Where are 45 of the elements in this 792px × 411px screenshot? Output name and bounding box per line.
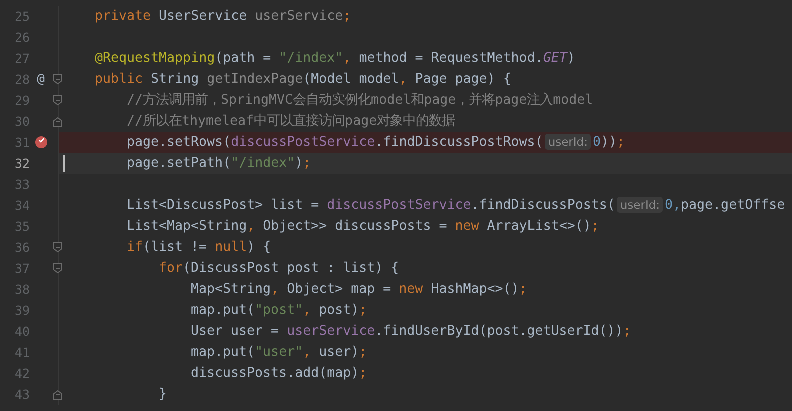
code-line: if(list != null) { bbox=[127, 239, 272, 257]
line-number: 27 bbox=[14, 51, 30, 66]
fold-icon[interactable] bbox=[53, 94, 63, 106]
line-number: 25 bbox=[14, 9, 30, 24]
code-line: Map<String, Object> map = new HashMap<>(); bbox=[191, 281, 528, 299]
line-number: 31 bbox=[14, 135, 30, 150]
code-line: } bbox=[159, 386, 168, 404]
code-line: map.put("post", post); bbox=[191, 302, 368, 320]
line-number: 30 bbox=[14, 114, 30, 129]
code-line: //所以在thymeleaf中可以直接访问page对象中的数据 bbox=[127, 112, 456, 131]
line-number: 37 bbox=[14, 261, 30, 276]
line-number: 34 bbox=[14, 198, 30, 213]
line-number: 29 bbox=[14, 93, 30, 108]
code-line: page.setRows(discussPostService.findDiscussPostRows( userId: 0)); bbox=[127, 133, 626, 152]
line-number: 41 bbox=[14, 345, 30, 360]
code-line: @RequestMapping(path = "/index", method = RequestMethod.GET) bbox=[95, 50, 576, 68]
line-number: 40 bbox=[14, 324, 30, 339]
code-line: List<Map<String, Object>> discussPosts = new ArrayList<>(); bbox=[127, 218, 600, 236]
line-number: 39 bbox=[14, 303, 30, 318]
unfold-icon[interactable] bbox=[53, 388, 63, 400]
unfold-icon[interactable] bbox=[53, 116, 63, 128]
fold-icon[interactable] bbox=[53, 262, 63, 274]
fold-icon[interactable] bbox=[53, 74, 63, 86]
code-line: User user = userService.findUserById(post.getUserId()); bbox=[191, 323, 632, 341]
code-line: public String getIndexPage(Model model, Page page) { bbox=[95, 71, 512, 89]
code-line: discussPosts.add(map); bbox=[191, 365, 368, 383]
line-number: 43 bbox=[14, 387, 30, 402]
code-line: private UserService userService; bbox=[95, 8, 352, 26]
line-number: 26 bbox=[14, 30, 30, 45]
line-number: 42 bbox=[14, 366, 30, 381]
override-marker[interactable]: @ bbox=[37, 72, 45, 87]
line-number: 32 bbox=[14, 156, 30, 171]
line-number: 33 bbox=[14, 177, 30, 192]
code-line: List<DiscussPost> list = discussPostService.findDiscussPosts( userId: 0,page.getOffse bbox=[127, 196, 786, 215]
line-number: 28 bbox=[14, 72, 30, 87]
breakpoint-icon[interactable] bbox=[34, 136, 48, 149]
code-line: //方法调用前，SpringMVC会自动实例化model和page，并将page注入model bbox=[127, 92, 594, 110]
fold-icon[interactable] bbox=[53, 242, 63, 254]
line-number: 35 bbox=[14, 219, 30, 234]
code-line: page.setPath("/index"); bbox=[127, 155, 312, 173]
code-line: for(DiscussPost post : list) { bbox=[159, 260, 400, 278]
code-line: map.put("user", user); bbox=[191, 344, 368, 362]
line-number: 38 bbox=[14, 282, 30, 297]
text-cursor bbox=[63, 155, 65, 172]
line-number: 36 bbox=[14, 240, 30, 255]
